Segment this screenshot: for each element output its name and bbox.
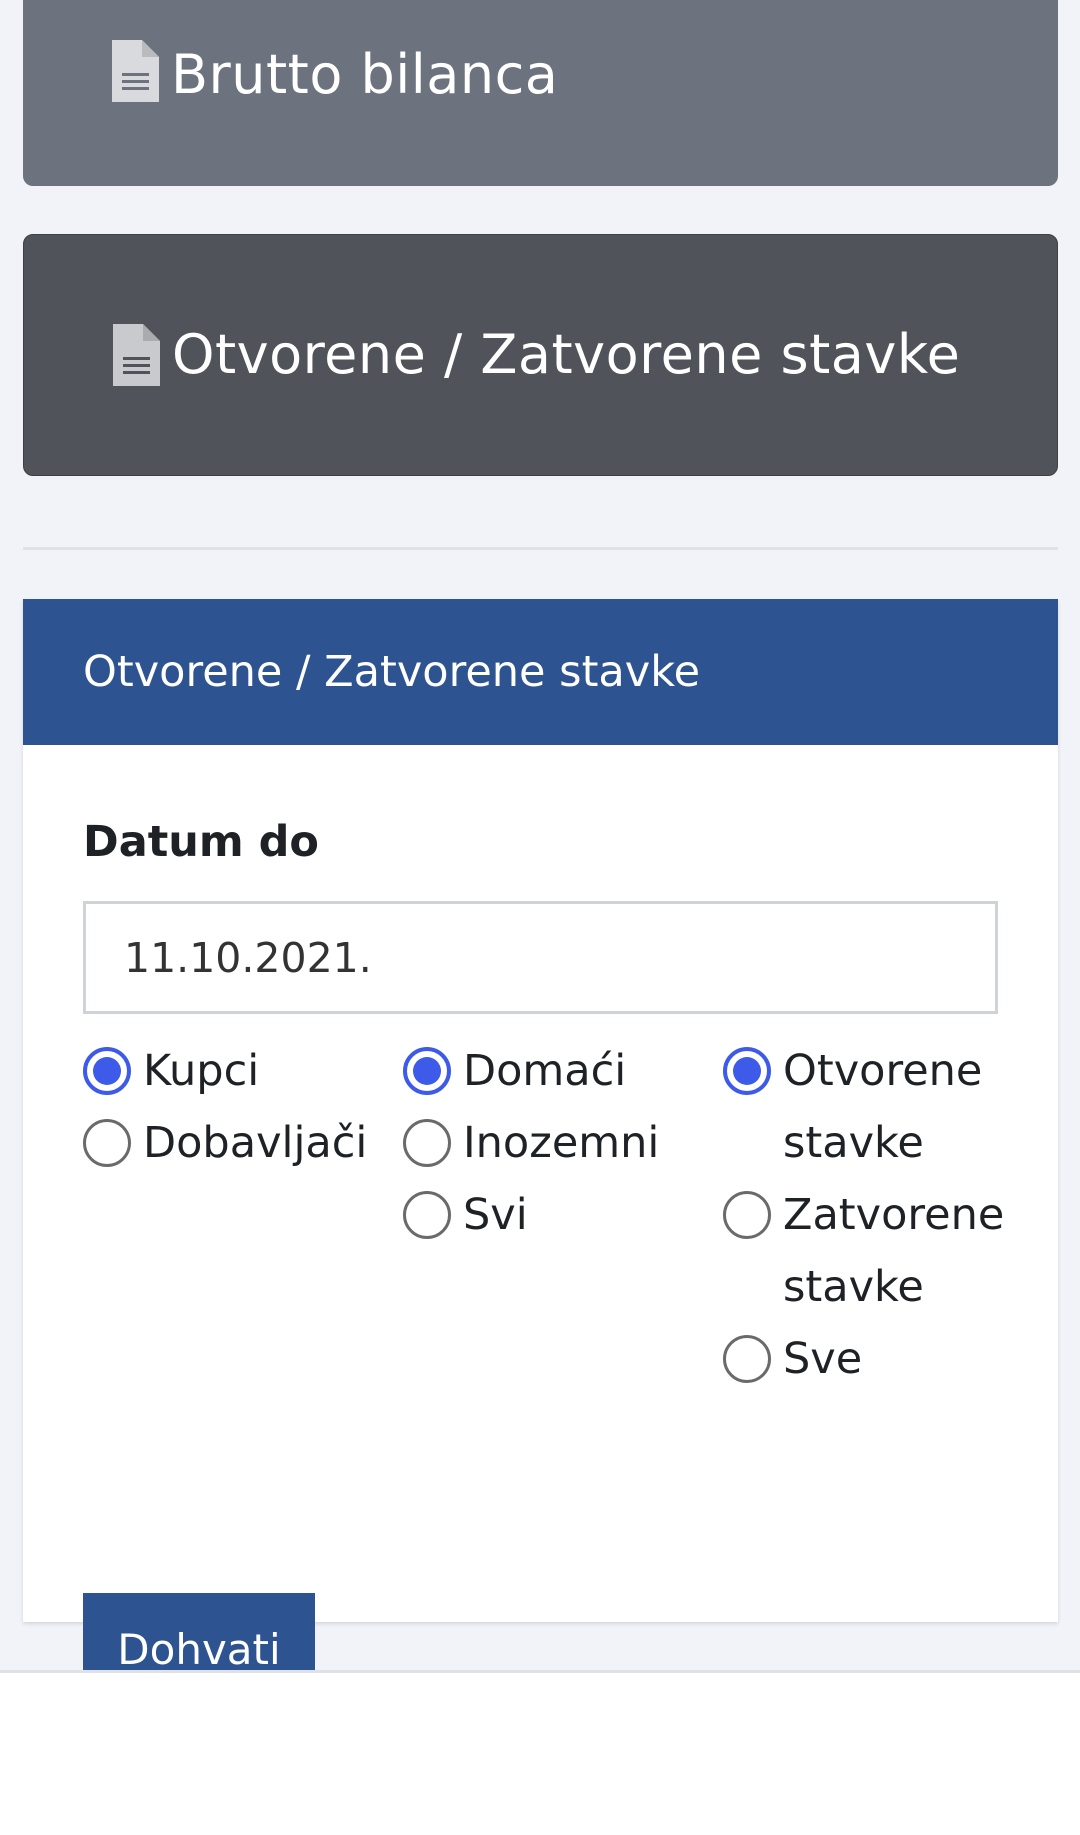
page: Brutto bilanca Otvorene / Zatvorene stav… <box>0 0 1080 1835</box>
report-card-label: Otvorene / Zatvorene stavke <box>172 323 961 386</box>
radio-option-svi[interactable]: Svi <box>403 1179 713 1251</box>
report-card-brutto-bilanca[interactable]: Brutto bilanca <box>23 0 1058 186</box>
radio-button-checked[interactable] <box>723 1047 771 1095</box>
radio-group-partner-type: Kupci Dobavljači <box>83 1035 393 1179</box>
document-icon <box>113 324 160 386</box>
radio-option-dobavljaci[interactable]: Dobavljači <box>83 1107 393 1179</box>
footer-area <box>0 1673 1080 1835</box>
radio-button[interactable] <box>403 1119 451 1167</box>
radio-option-inozemni[interactable]: Inozemni <box>403 1107 713 1179</box>
radio-label: Domaći <box>463 1046 627 1096</box>
section-divider <box>23 547 1058 550</box>
date-label: Datum do <box>83 817 319 867</box>
radio-button[interactable] <box>723 1191 771 1239</box>
radio-button[interactable] <box>723 1335 771 1383</box>
radio-option-kupci[interactable]: Kupci <box>83 1035 393 1107</box>
panel-header: Otvorene / Zatvorene stavke <box>23 599 1058 745</box>
radio-group-item-status: Otvorene stavke Zatvorene stavke Sve <box>723 1035 1013 1395</box>
report-card-label: Brutto bilanca <box>171 43 559 106</box>
radio-option-sve[interactable]: Sve <box>723 1323 1013 1395</box>
radio-option-domaci[interactable]: Domaći <box>403 1035 713 1107</box>
radio-label: Svi <box>463 1190 528 1240</box>
radio-button[interactable] <box>83 1119 131 1167</box>
radio-group-origin: Domaći Inozemni Svi <box>403 1035 713 1251</box>
radio-label: Sve <box>783 1334 863 1384</box>
date-input[interactable] <box>83 901 998 1014</box>
radio-label: Kupci <box>143 1046 260 1096</box>
radio-label: Zatvorene stavke <box>783 1190 1005 1312</box>
radio-button-checked[interactable] <box>403 1047 451 1095</box>
radio-option-otvorene-stavke[interactable]: Otvorene stavke <box>723 1035 1013 1179</box>
radio-option-zatvorene-stavke[interactable]: Zatvorene stavke <box>723 1179 1013 1323</box>
report-card-otvorene-zatvorene-stavke[interactable]: Otvorene / Zatvorene stavke <box>23 234 1058 476</box>
report-form-panel: Otvorene / Zatvorene stavke Datum do Kup… <box>23 599 1058 1706</box>
radio-button-checked[interactable] <box>83 1047 131 1095</box>
panel-title: Otvorene / Zatvorene stavke <box>83 647 701 697</box>
document-icon <box>112 40 159 102</box>
radio-label: Inozemni <box>463 1118 660 1168</box>
radio-button[interactable] <box>403 1191 451 1239</box>
radio-label: Dobavljači <box>143 1118 368 1168</box>
radio-label: Otvorene stavke <box>783 1046 983 1168</box>
